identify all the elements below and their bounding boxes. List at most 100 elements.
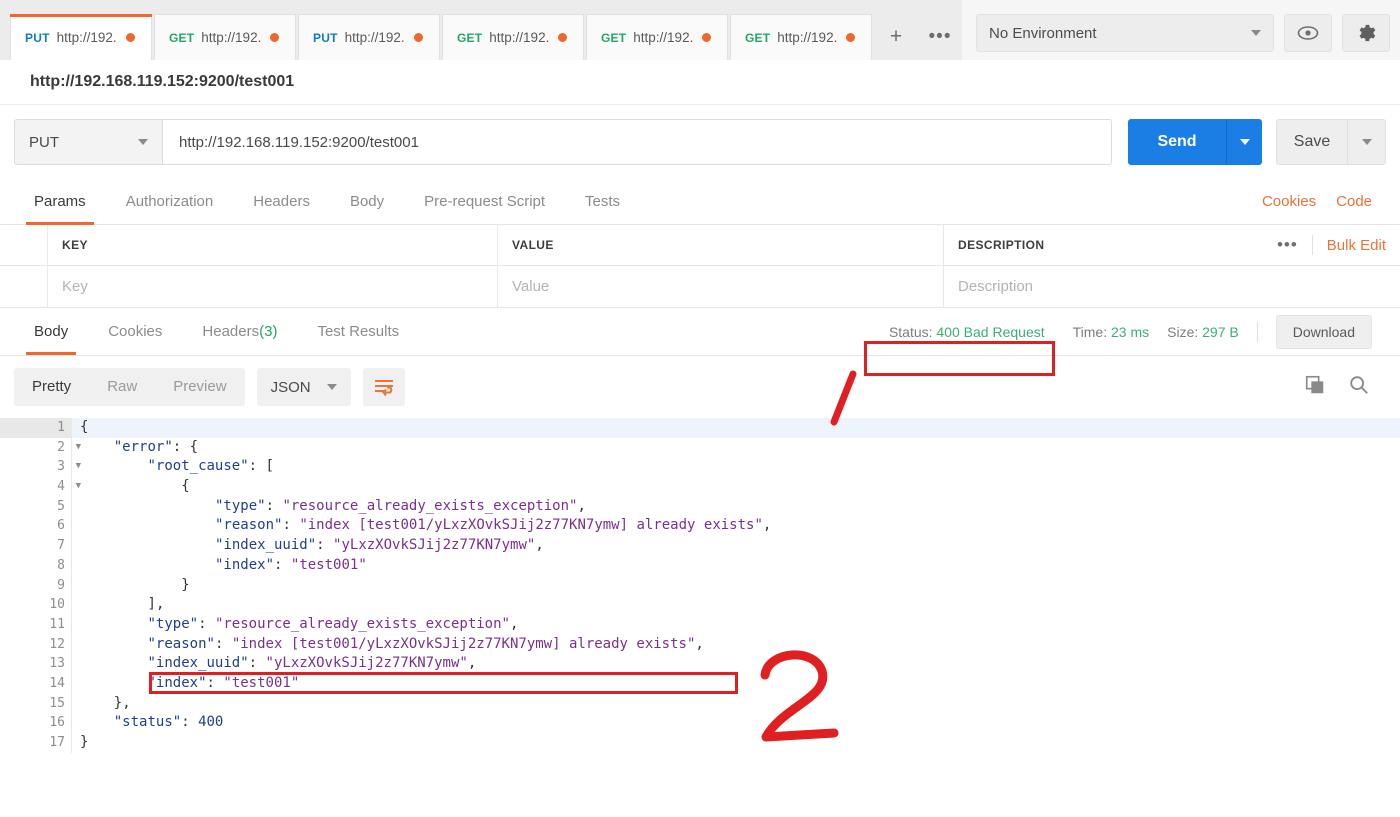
size-value: 297 B bbox=[1202, 323, 1239, 340]
chevron-down-icon bbox=[1251, 30, 1261, 36]
cookies-link[interactable]: Cookies bbox=[1262, 193, 1316, 210]
code-line-16: "status": 400 bbox=[113, 714, 224, 731]
param-description-input[interactable] bbox=[958, 278, 1386, 295]
environment-quick-look-button[interactable] bbox=[1284, 14, 1332, 52]
request-tab-0[interactable]: PUT http://192. bbox=[10, 14, 152, 60]
response-tab-headers[interactable]: Headers (3) bbox=[182, 309, 297, 355]
search-icon bbox=[1350, 375, 1368, 394]
time-meta: Time: 23 ms bbox=[1073, 324, 1150, 340]
request-tab-body[interactable]: Body bbox=[330, 179, 404, 225]
params-input-row bbox=[0, 266, 1400, 307]
status-value: 400 Bad Request bbox=[936, 323, 1045, 340]
size-label: Size: bbox=[1167, 323, 1199, 340]
code-line-13: "index_uuid": "yLxzXOvkSJij2z77KN7ymw", bbox=[147, 655, 477, 672]
line-number-10: 10 bbox=[49, 597, 65, 613]
line-number-15: 15 bbox=[49, 695, 65, 711]
line-number-11: 11 bbox=[49, 616, 65, 632]
chevron-down-icon bbox=[326, 384, 337, 390]
unsaved-indicator-dot bbox=[125, 33, 135, 42]
word-wrap-icon bbox=[374, 380, 393, 396]
code-line-11: "type": "resource_already_exists_excepti… bbox=[147, 615, 519, 632]
word-wrap-button[interactable] bbox=[362, 368, 405, 406]
request-tab-1[interactable]: GET http://192. bbox=[154, 14, 296, 60]
send-options-button[interactable] bbox=[1226, 119, 1262, 165]
gear-icon bbox=[1359, 24, 1376, 42]
copy-icon bbox=[1305, 375, 1324, 393]
params-header-row: KEY VALUE DESCRIPTION ••• Bulk Edit bbox=[0, 225, 1400, 266]
bulk-edit-link[interactable]: Bulk Edit bbox=[1327, 237, 1386, 254]
line-number-9: 9 bbox=[57, 577, 65, 593]
send-button[interactable]: Send bbox=[1128, 119, 1226, 165]
request-title: http://192.168.119.152:9200/test001 bbox=[0, 60, 1400, 105]
request-tab-url: http://192. bbox=[344, 30, 405, 45]
line-number-1: 1▼ bbox=[0, 418, 81, 438]
response-language-selector[interactable]: JSON bbox=[256, 368, 351, 406]
response-body-viewer[interactable]: 1▼2▼3▼4▼5 6 7 8 9 10 11 12 13 14 15 16 17 { "error":… bbox=[0, 418, 1400, 753]
request-tab-headers[interactable]: Headers bbox=[233, 179, 330, 225]
format-raw-button[interactable]: Raw bbox=[89, 368, 155, 406]
line-number-7: 7 bbox=[57, 538, 65, 554]
unsaved-indicator-dot bbox=[558, 33, 568, 42]
url-input[interactable] bbox=[162, 119, 1112, 165]
param-key-input[interactable] bbox=[62, 278, 483, 295]
response-tab-body[interactable]: Body bbox=[14, 309, 88, 355]
new-tab-button[interactable]: + bbox=[874, 14, 918, 60]
eye-icon bbox=[1297, 26, 1319, 40]
search-button[interactable] bbox=[1348, 374, 1370, 401]
response-tab-test-results[interactable]: Test Results bbox=[297, 309, 419, 355]
code-link[interactable]: Code bbox=[1336, 193, 1372, 210]
http-method-selector[interactable]: PUT bbox=[14, 119, 162, 165]
response-section-tabs: Body Cookies Headers (3) Test Results Statu… bbox=[0, 308, 1400, 356]
http-method-label: PUT bbox=[29, 133, 59, 151]
params-row-checkbox-cell[interactable] bbox=[0, 266, 48, 307]
request-tab-url: http://192. bbox=[489, 30, 550, 45]
request-tab-url: http://192. bbox=[777, 30, 838, 45]
environment-selector-label: No Environment bbox=[989, 24, 1097, 42]
code-line-12: "reason": "index [test001/yLxzXOvkSJij2z… bbox=[147, 635, 704, 652]
line-number-13: 13 bbox=[49, 656, 65, 672]
code-line-1: { bbox=[72, 418, 1400, 438]
code-line-14: "index": "test001" bbox=[147, 674, 300, 691]
environment-selector[interactable]: No Environment bbox=[976, 14, 1274, 52]
settings-button[interactable] bbox=[1342, 14, 1390, 52]
response-body-code[interactable]: { "error": { "root_cause": [ { "type": "… bbox=[72, 418, 1400, 753]
request-tab-method: PUT bbox=[25, 30, 50, 45]
params-more-options-icon[interactable]: ••• bbox=[1277, 235, 1298, 255]
top-bar: PUT http://192. GET http://192. PUT http://19… bbox=[0, 0, 1400, 60]
unsaved-indicator-dot bbox=[846, 33, 856, 42]
code-line-3: "root_cause": [ bbox=[147, 458, 274, 475]
save-options-button[interactable] bbox=[1348, 119, 1386, 165]
code-line-7: "index_uuid": "yLxzXOvkSJij2z77KN7ymw", bbox=[215, 537, 544, 554]
code-line-4: { bbox=[181, 478, 190, 495]
request-section-tabs: Params Authorization Headers Body Pre-reques… bbox=[0, 179, 1400, 225]
code-line-9: } bbox=[181, 576, 190, 593]
request-tab-tests[interactable]: Tests bbox=[565, 179, 640, 225]
environment-area: No Environment bbox=[962, 0, 1400, 52]
request-tab-4[interactable]: GET http://192. bbox=[586, 14, 728, 60]
save-button-group: Save bbox=[1276, 119, 1386, 165]
response-body-actions bbox=[1304, 374, 1386, 401]
time-label: Time: bbox=[1072, 323, 1108, 340]
request-tab-url: http://192. bbox=[56, 30, 117, 45]
request-tab-pre-request-script[interactable]: Pre-request Script bbox=[404, 179, 565, 225]
request-tab-params[interactable]: Params bbox=[14, 179, 106, 225]
format-pretty-button[interactable]: Pretty bbox=[14, 368, 89, 406]
line-number-6: 6 bbox=[57, 518, 65, 534]
request-tab-3[interactable]: GET http://192. bbox=[442, 14, 584, 60]
request-tab-authorization[interactable]: Authorization bbox=[106, 179, 234, 225]
code-line-5: "type": "resource_already_exists_excepti… bbox=[215, 497, 586, 514]
format-preview-button[interactable]: Preview bbox=[155, 368, 244, 406]
request-tab-2[interactable]: PUT http://192. bbox=[298, 14, 440, 60]
param-value-input[interactable] bbox=[512, 278, 929, 295]
save-button[interactable]: Save bbox=[1276, 119, 1348, 165]
code-line-8: "index": "test001" bbox=[215, 556, 367, 573]
response-tab-cookies[interactable]: Cookies bbox=[88, 309, 182, 355]
line-number-12: 12 bbox=[49, 636, 65, 652]
request-tab-strip: PUT http://192. GET http://192. PUT http://19… bbox=[0, 0, 962, 60]
download-button[interactable]: Download bbox=[1275, 314, 1372, 349]
params-header-gutter bbox=[0, 225, 48, 265]
request-tab-5[interactable]: GET http://192. bbox=[730, 14, 872, 60]
copy-button[interactable] bbox=[1304, 374, 1326, 401]
tab-options-button[interactable]: ••• bbox=[918, 14, 962, 60]
line-number-16: 16 bbox=[49, 715, 65, 731]
